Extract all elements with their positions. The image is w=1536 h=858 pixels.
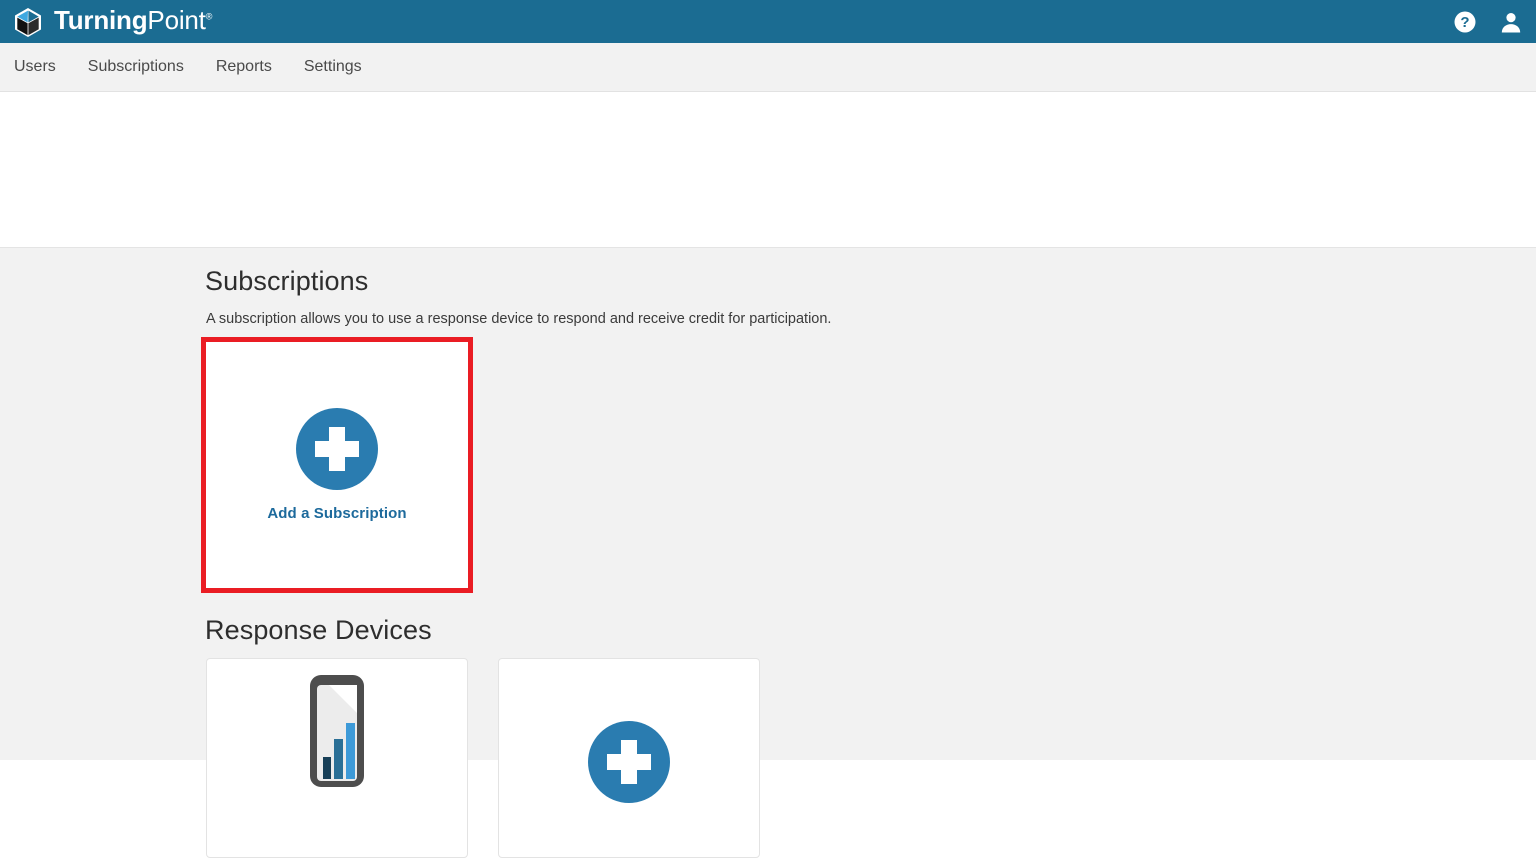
plus-circle-icon: [296, 408, 378, 490]
page-header-blank-region: [0, 92, 1536, 248]
subscriptions-description: A subscription allows you to use a respo…: [206, 311, 832, 327]
top-header-bar: TurningPoint® ?: [0, 0, 1536, 43]
mobile-phone-chart-icon: [207, 673, 467, 789]
user-account-icon[interactable]: [1498, 9, 1524, 35]
add-device-card[interactable]: [498, 658, 760, 858]
svg-text:?: ?: [1460, 14, 1469, 31]
nav-item-users[interactable]: Users: [0, 43, 72, 91]
cube-logo-icon: [11, 5, 45, 39]
brand-trademark: ®: [205, 11, 213, 22]
brand-title: TurningPoint®: [54, 5, 212, 36]
brand-title-light: Point: [147, 5, 206, 35]
mobile-device-card[interactable]: [206, 658, 468, 858]
nav-item-reports[interactable]: Reports: [200, 43, 288, 91]
add-subscription-label: Add a Subscription: [267, 505, 407, 522]
nav-item-subscriptions[interactable]: Subscriptions: [72, 43, 200, 91]
help-circle-icon[interactable]: ?: [1452, 9, 1478, 35]
page-title: Subscriptions: [205, 266, 369, 296]
main-content-area: Subscriptions A subscription allows you …: [0, 248, 1536, 858]
brand-title-bold: Turning: [54, 5, 148, 35]
add-subscription-card[interactable]: Add a Subscription: [206, 342, 468, 588]
header-actions: ?: [1452, 0, 1524, 43]
add-subscription-highlight: Add a Subscription: [201, 337, 473, 593]
main-navigation-bar: Users Subscriptions Reports Settings: [0, 43, 1536, 92]
nav-item-settings[interactable]: Settings: [288, 43, 378, 91]
response-devices-title: Response Devices: [205, 615, 432, 645]
brand-logo-link[interactable]: TurningPoint®: [11, 0, 212, 43]
plus-circle-icon: [499, 721, 759, 803]
